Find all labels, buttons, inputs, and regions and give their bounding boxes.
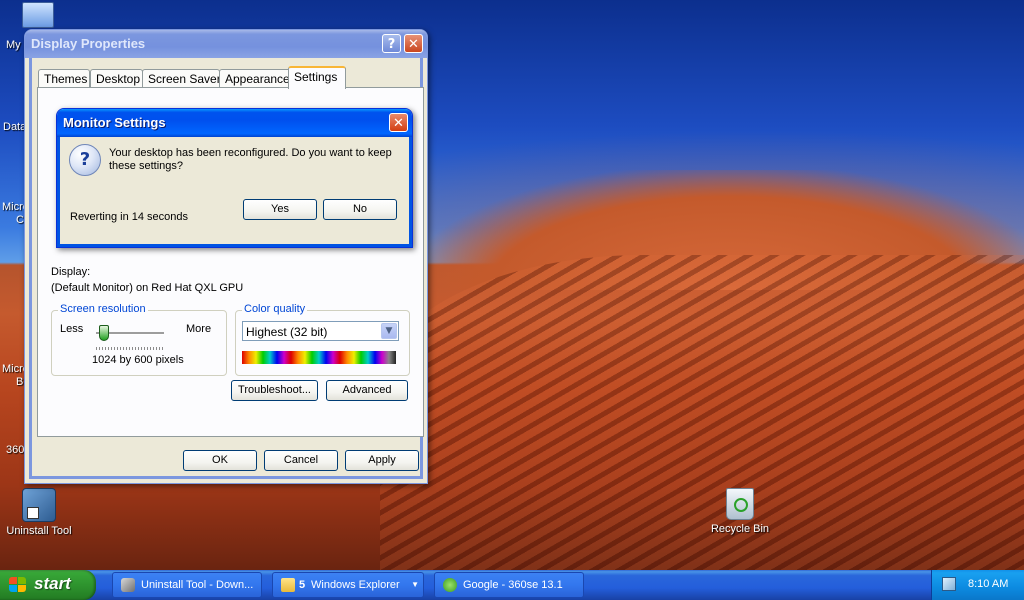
window-title: Display Properties <box>31 36 146 51</box>
dialog-message-line-1: Your desktop has been reconfigured. Do y… <box>109 147 392 159</box>
browser-icon <box>443 578 457 592</box>
taskbar-group-count: 5 <box>299 579 306 591</box>
resolution-slider-thumb[interactable] <box>99 325 110 341</box>
resolution-less-label: Less <box>60 323 84 335</box>
recycle-bin-desktop-icon[interactable]: Recycle Bin <box>702 488 778 535</box>
no-button[interactable]: No <box>323 199 397 220</box>
revert-countdown: Reverting in 14 seconds <box>70 211 189 223</box>
start-label: start <box>34 574 71 593</box>
uninstall-tool-label: Uninstall Tool <box>6 525 72 537</box>
help-icon: ? <box>387 37 396 52</box>
taskbar-item-label: Windows Explorer <box>311 579 400 591</box>
screen-resolution-title: Screen resolution <box>58 303 148 315</box>
tab-appearance[interactable]: Appearance <box>219 69 291 88</box>
taskbar-item-label: Uninstall Tool - Down... <box>141 579 254 591</box>
desktop-label-b[interactable]: B <box>16 376 23 388</box>
display-properties-window: Display Properties ? ✕ Themes Desktop Sc… <box>24 29 428 484</box>
resolution-more-label: More <box>186 323 212 335</box>
monitor-settings-dialog: Monitor Settings ✕ ? Your desktop has be… <box>56 108 413 248</box>
uninstall-tool-icon <box>121 578 135 592</box>
desktop-label-my[interactable]: My <box>6 39 21 51</box>
taskbar-item-label: Google - 360se 13.1 <box>463 579 563 591</box>
help-button[interactable]: ? <box>382 34 401 53</box>
tab-themes[interactable]: Themes <box>38 69 90 88</box>
dialog-title: Monitor Settings <box>63 115 166 130</box>
taskbar-item-windows-explorer[interactable]: 5 Windows Explorer ▼ <box>272 572 424 598</box>
display-label: Display: <box>51 266 91 278</box>
display-properties-titlebar[interactable]: Display Properties ? ✕ <box>25 30 427 58</box>
network-icon[interactable] <box>942 577 956 591</box>
tab-settings[interactable]: Settings <box>288 66 346 89</box>
clock[interactable]: 8:10 AM <box>968 578 1008 590</box>
color-quality-title: Color quality <box>242 303 308 315</box>
resolution-value: 1024 by 600 pixels <box>92 354 184 366</box>
troubleshoot-button[interactable]: Troubleshoot... <box>231 380 318 401</box>
start-button[interactable]: start <box>0 570 96 600</box>
question-icon: ? <box>69 144 101 176</box>
color-quality-select[interactable]: Highest (32 bit) ▼ <box>242 321 399 341</box>
close-icon: ✕ <box>408 37 419 52</box>
close-button[interactable]: ✕ <box>404 34 423 53</box>
cancel-button[interactable]: Cancel <box>264 450 338 471</box>
yes-button[interactable]: Yes <box>243 199 317 220</box>
desktop-label-data[interactable]: Data <box>3 121 26 133</box>
display-value: (Default Monitor) on Red Hat QXL GPU <box>51 282 244 294</box>
folder-icon <box>281 578 295 592</box>
chevron-down-icon: ▼ <box>411 580 419 589</box>
dialog-close-button[interactable]: ✕ <box>389 113 408 132</box>
close-icon: ✕ <box>393 116 404 131</box>
my-computer-icon[interactable] <box>22 2 54 28</box>
uninstall-tool-desktop-icon[interactable]: Uninstall Tool <box>1 488 77 537</box>
taskbar: start Uninstall Tool - Down... 5 Windows… <box>0 570 1024 600</box>
color-preview-strip <box>242 351 396 364</box>
monitor-settings-body: ? Your desktop has been reconfigured. Do… <box>57 137 412 247</box>
dialog-message-line-2: these settings? <box>109 160 183 172</box>
recycle-bin-icon <box>726 488 754 520</box>
desktop-label-360[interactable]: 360 <box>6 444 24 456</box>
ok-button[interactable]: OK <box>183 450 257 471</box>
screen-resolution-group: Screen resolution Less More 1024 by 600 … <box>51 303 227 376</box>
resolution-slider-ticks <box>96 347 164 350</box>
recycle-bin-label: Recycle Bin <box>710 523 770 535</box>
tab-desktop[interactable]: Desktop <box>90 69 143 88</box>
apply-button[interactable]: Apply <box>345 450 419 471</box>
color-quality-value: Highest (32 bit) <box>246 325 328 339</box>
advanced-button[interactable]: Advanced <box>326 380 408 401</box>
taskbar-item-uninstall-tool[interactable]: Uninstall Tool - Down... <box>112 572 262 598</box>
taskbar-item-google-360se[interactable]: Google - 360se 13.1 <box>434 572 584 598</box>
desktop-label-c[interactable]: C <box>16 214 24 226</box>
system-tray: 8:10 AM <box>931 570 1024 600</box>
windows-logo-icon <box>9 577 27 593</box>
color-quality-group: Color quality Highest (32 bit) ▼ <box>235 303 410 376</box>
chevron-down-icon[interactable]: ▼ <box>381 323 397 339</box>
tab-screen-saver[interactable]: Screen Saver <box>142 69 221 88</box>
uninstall-tool-icon <box>22 488 56 522</box>
monitor-settings-titlebar[interactable]: Monitor Settings ✕ <box>57 109 412 137</box>
